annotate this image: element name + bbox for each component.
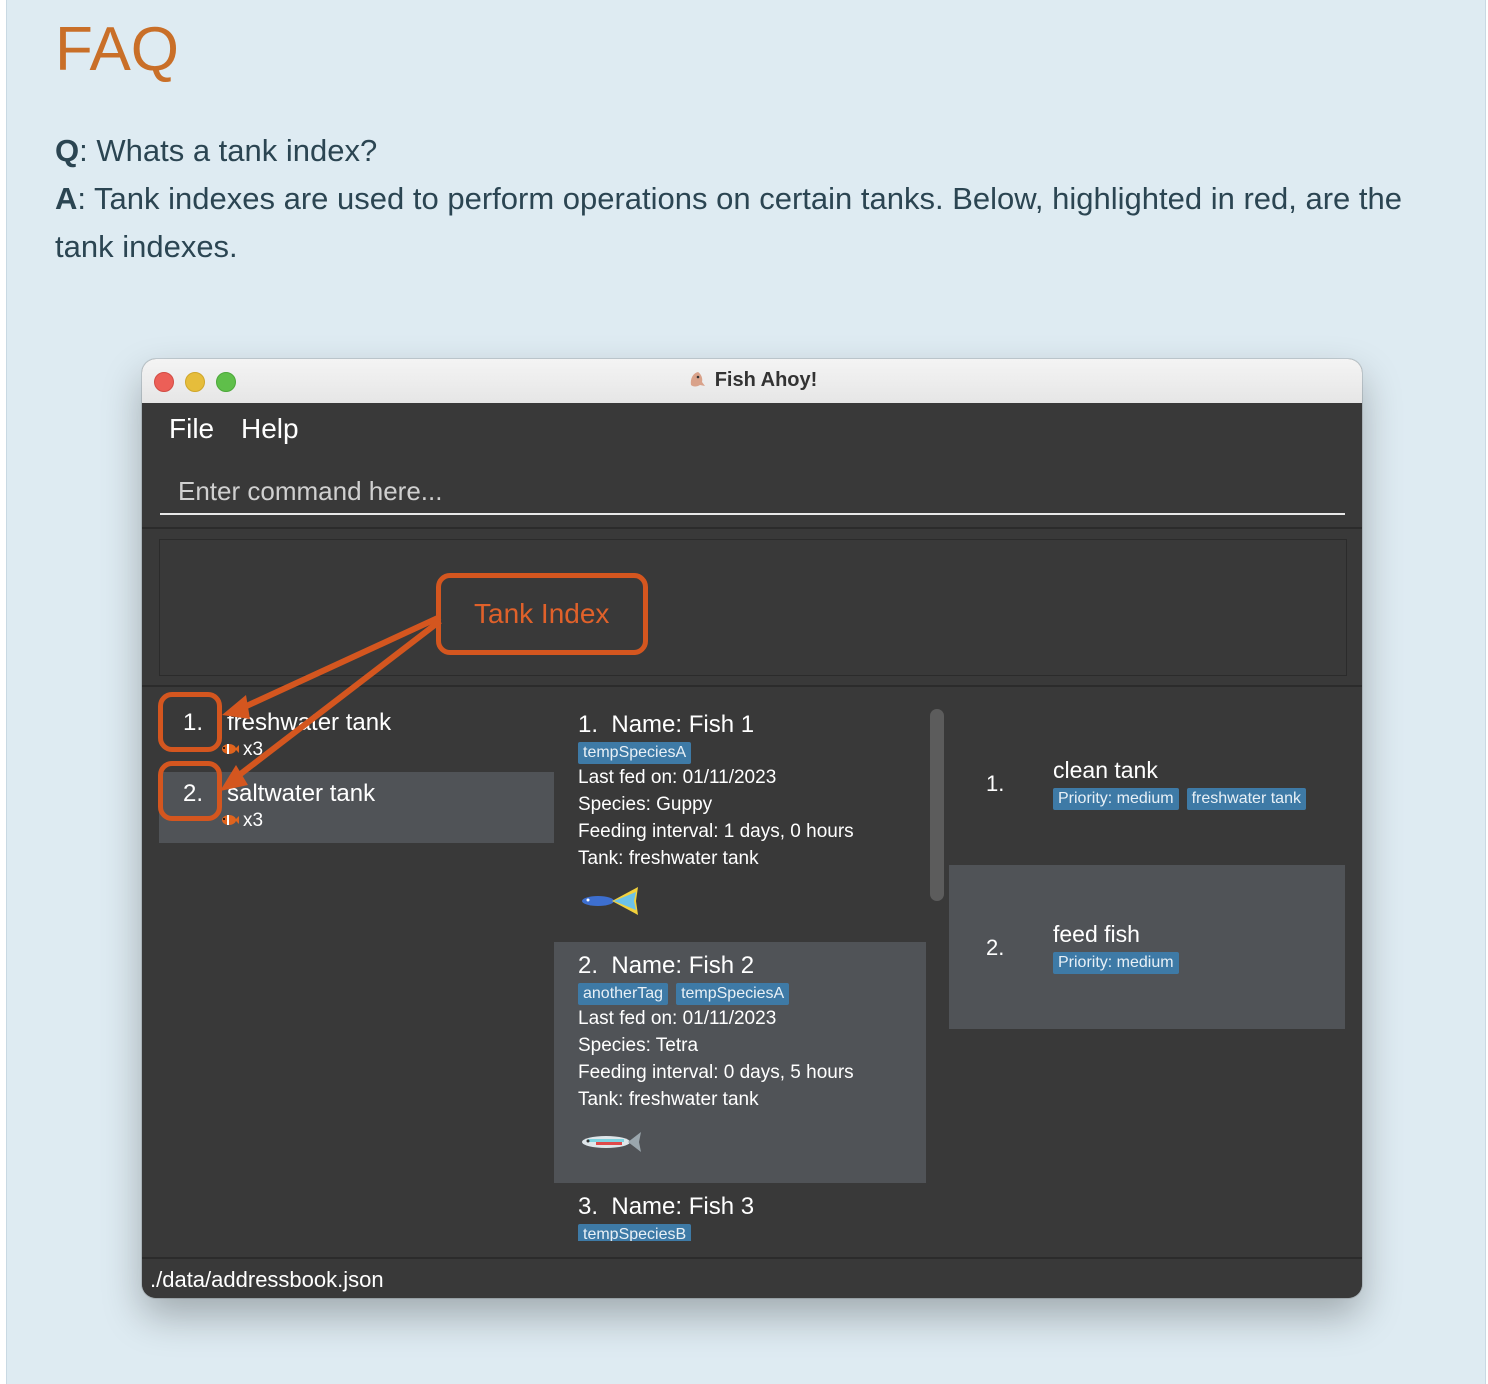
app-window-screenshot: Fish Ahoy! File Help 1. freshwater tank xyxy=(142,359,1362,1298)
tank-index-highlight xyxy=(158,761,222,821)
faq-heading: FAQ xyxy=(55,15,180,84)
window-titlebar: Fish Ahoy! xyxy=(142,359,1362,404)
task-name: clean tank xyxy=(1053,757,1158,783)
task-list: 1. clean tank Priority: medium freshwater… xyxy=(949,701,1345,1031)
fish-index: 2. xyxy=(578,952,599,979)
task-name: feed fish xyxy=(1053,921,1140,947)
fish-name-text: Name: Fish 1 xyxy=(611,711,755,738)
guppy-icon xyxy=(582,887,638,915)
result-display xyxy=(159,539,1347,676)
tank-count-text: x3 xyxy=(243,810,264,831)
fish-index: 3. xyxy=(578,1193,599,1220)
task-tag: freshwater tank xyxy=(1186,788,1306,810)
fish-name-text: Name: Fish 2 xyxy=(611,952,755,979)
fish-tank: Tank: freshwater tank xyxy=(578,848,759,869)
command-input[interactable] xyxy=(160,469,1345,515)
task-tag: Priority: medium xyxy=(1053,952,1179,974)
fish-tags: tempSpeciesB xyxy=(578,1224,699,1241)
fish-card[interactable]: 3. Name: Fish 3 tempSpeciesB xyxy=(554,1183,926,1241)
fish-tag: tempSpeciesB xyxy=(578,1224,692,1241)
fish-name: 1. Name: Fish 1 xyxy=(578,711,754,739)
clownfish-icon xyxy=(222,815,239,825)
tank-index-highlight xyxy=(158,692,222,752)
task-list-item[interactable]: 2. feed fish Priority: medium xyxy=(949,865,1345,1029)
tank-fish-count: x3 xyxy=(219,739,263,761)
tank-name: saltwater tank xyxy=(227,780,376,807)
fish-tag: tempSpeciesA xyxy=(676,983,790,1005)
tank-fish-count: x3 xyxy=(219,810,263,832)
menu-help[interactable]: Help xyxy=(241,413,299,445)
fish-list: 1. Name: Fish 1 tempSpeciesA Last fed on… xyxy=(554,701,926,1241)
fish-card[interactable]: 2. Name: Fish 2 anotherTag tempSpeciesA L… xyxy=(554,942,926,1183)
fish-species: Species: Tetra xyxy=(578,1035,699,1056)
task-index: 2. xyxy=(986,935,1005,960)
window-title-text: Fish Ahoy! xyxy=(714,369,818,391)
fish-species: Species: Guppy xyxy=(578,794,713,815)
tank-index-callout-label: Tank Index xyxy=(474,598,610,629)
faq-question: Q: Whats a tank index? xyxy=(55,127,1445,175)
question-label: Q xyxy=(55,133,80,168)
fish-index: 1. xyxy=(578,711,599,738)
task-index: 1. xyxy=(986,771,1005,796)
fish-feeding-interval: Feeding interval: 1 days, 0 hours xyxy=(578,821,854,842)
fish-tags: tempSpeciesA xyxy=(578,742,699,764)
status-bar: ./data/addressbook.json xyxy=(142,1257,1362,1298)
fish-tag: anotherTag xyxy=(578,983,669,1005)
menu-bar: File Help xyxy=(142,403,1362,455)
fish-name-text: Name: Fish 3 xyxy=(611,1193,755,1220)
fish-tags: anotherTag tempSpeciesA xyxy=(578,983,797,1005)
divider xyxy=(142,685,1362,687)
task-tags: Priority: medium freshwater tank xyxy=(1053,788,1314,810)
fish-feeding-interval: Feeding interval: 0 days, 5 hours xyxy=(578,1062,854,1083)
task-tags: Priority: medium xyxy=(1053,952,1187,974)
question-text: : Whats a tank index? xyxy=(79,133,378,168)
tetra-icon xyxy=(582,1132,641,1152)
status-file-path: ./data/addressbook.json xyxy=(150,1267,384,1292)
fish-tank: Tank: freshwater tank xyxy=(578,1089,759,1110)
faq-panel: FAQ Q: Whats a tank index? A: Tank index… xyxy=(6,0,1486,1384)
fish-tag: tempSpeciesA xyxy=(578,742,692,764)
fish-app-icon xyxy=(690,372,705,387)
fish-last-fed: Last fed on: 01/11/2023 xyxy=(578,767,777,788)
fish-list-scrollbar[interactable] xyxy=(930,709,944,901)
tank-count-text: x3 xyxy=(243,739,264,760)
answer-text: : Tank indexes are used to perform opera… xyxy=(55,181,1403,264)
window-title: Fish Ahoy! xyxy=(142,369,1362,392)
tank-name: freshwater tank xyxy=(227,709,392,736)
answer-label: A xyxy=(55,181,78,216)
fish-name: 3. Name: Fish 3 xyxy=(578,1193,754,1221)
task-list-item[interactable]: 1. clean tank Priority: medium freshwater… xyxy=(949,701,1345,865)
command-box xyxy=(142,455,1362,529)
clownfish-icon xyxy=(222,744,239,754)
menu-file[interactable]: File xyxy=(169,413,214,445)
fish-name: 2. Name: Fish 2 xyxy=(578,952,754,980)
tank-index-callout: Tank Index xyxy=(436,573,648,655)
faq-answer: A: Tank indexes are used to perform oper… xyxy=(55,175,1445,271)
fish-card[interactable]: 1. Name: Fish 1 tempSpeciesA Last fed on… xyxy=(554,701,926,942)
fish-last-fed: Last fed on: 01/11/2023 xyxy=(578,1008,777,1029)
task-tag: Priority: medium xyxy=(1053,788,1179,810)
